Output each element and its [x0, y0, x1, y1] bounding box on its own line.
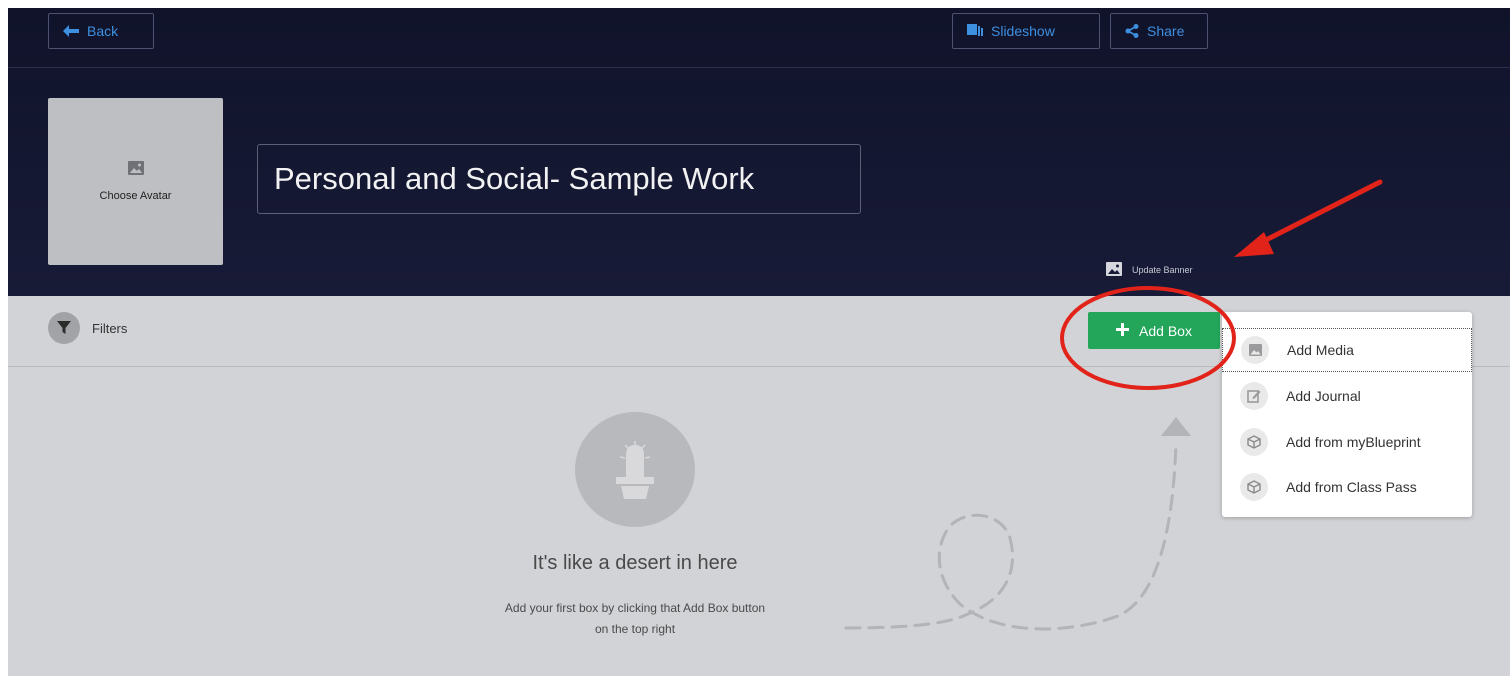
- empty-state-subtitle-line: on the top right: [594, 622, 676, 636]
- empty-state-title: It's like a desert in here: [532, 552, 738, 574]
- portfolio-header: Back Slideshow Share Choose Avatar Perso…: [8, 8, 1510, 296]
- menu-item-add-journal[interactable]: Add Journal: [1222, 374, 1472, 418]
- share-button[interactable]: Share: [1110, 13, 1208, 49]
- back-label: Back: [87, 23, 119, 39]
- update-banner-label: Update Banner: [1132, 265, 1193, 275]
- top-bar: Back Slideshow Share: [8, 8, 1510, 68]
- app-frame: Back Slideshow Share Choose Avatar Perso…: [8, 8, 1510, 676]
- image-icon: [127, 161, 144, 180]
- empty-state-subtitle: Add your first box by clicking that Add …: [435, 598, 835, 640]
- filters-label: Filters: [92, 320, 128, 336]
- slideshow-button[interactable]: Slideshow: [952, 13, 1100, 49]
- choose-avatar-label: Choose Avatar: [99, 190, 172, 202]
- filters-button[interactable]: Filters: [48, 312, 127, 344]
- menu-item-add-from-class-pass[interactable]: Add from Class Pass: [1222, 465, 1472, 509]
- menu-item-label: Add Media: [1287, 342, 1354, 358]
- plus-icon: [1116, 322, 1130, 339]
- cube-icon: [1240, 428, 1268, 456]
- add-box-label: Add Box: [1139, 322, 1192, 339]
- menu-item-add-media[interactable]: Add Media: [1222, 328, 1472, 372]
- image-icon: [1106, 262, 1122, 278]
- menu-item-label: Add from myBlueprint: [1286, 434, 1421, 450]
- portfolio-title-input[interactable]: Personal and Social- Sample Work: [257, 144, 861, 214]
- choose-avatar-button[interactable]: Choose Avatar: [48, 98, 223, 265]
- add-box-menu: Add Media Add Journal Add from myBluepri…: [1222, 312, 1472, 517]
- cactus-icon: [575, 412, 695, 527]
- share-icon: [1125, 24, 1139, 38]
- menu-item-label: Add from Class Pass: [1286, 479, 1417, 495]
- menu-item-label: Add Journal: [1286, 388, 1361, 404]
- update-banner-button[interactable]: Update Banner: [1106, 262, 1193, 278]
- filter-icon: [48, 312, 80, 344]
- edit-icon: [1240, 382, 1268, 410]
- slideshow-icon: [967, 24, 983, 38]
- arrow-left-icon: [63, 25, 79, 37]
- slideshow-label: Slideshow: [991, 23, 1055, 39]
- image-icon: [1241, 336, 1269, 364]
- share-label: Share: [1147, 23, 1185, 39]
- menu-item-add-from-myblueprint[interactable]: Add from myBlueprint: [1222, 420, 1472, 464]
- cube-icon: [1240, 473, 1268, 501]
- back-button[interactable]: Back: [48, 13, 154, 49]
- empty-state-subtitle-line: Add your first box by clicking that Add …: [504, 601, 766, 615]
- add-box-button[interactable]: Add Box: [1088, 312, 1220, 349]
